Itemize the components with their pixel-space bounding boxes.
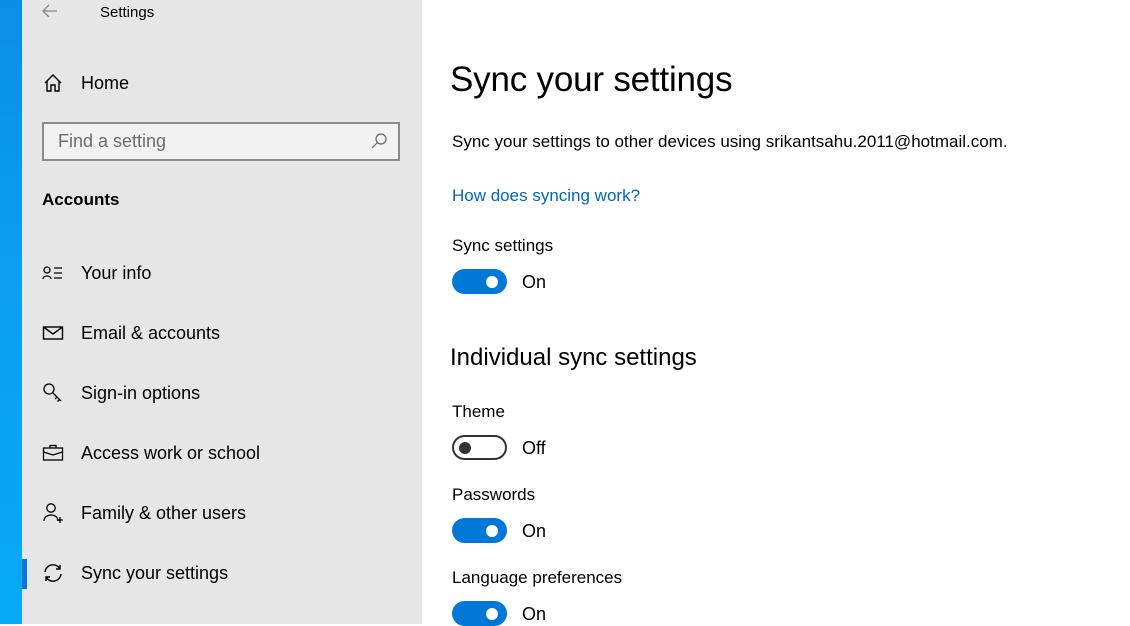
sidebar-item-sync-settings[interactable]: Sync your settings (22, 553, 422, 593)
mail-icon (41, 321, 65, 345)
key-icon (41, 381, 65, 405)
how-syncing-works-link[interactable]: How does syncing work? (452, 186, 640, 206)
search-icon[interactable] (370, 132, 388, 150)
sidebar-item-label: Family & other users (81, 502, 247, 523)
toggle-knob (459, 441, 471, 454)
back-button[interactable] (40, 0, 62, 24)
main-content: Sync your settings Sync your settings to… (422, 0, 1130, 626)
toggle-knob (486, 607, 498, 620)
language-preferences-label: Language preferences (452, 568, 623, 587)
passwords-label: Passwords (452, 485, 536, 504)
add-person-icon (41, 501, 65, 525)
sidebar-item-label: Sign-in options (81, 382, 201, 403)
contact-info-icon (41, 261, 65, 285)
toggle-knob (486, 275, 498, 288)
nav-home-label: Home (81, 72, 130, 93)
desktop-background (0, 0, 22, 624)
sidebar-item-label: Sync your settings (81, 562, 229, 583)
language-preferences-state: On (522, 604, 547, 624)
toggle-knob (486, 524, 498, 537)
search-box[interactable] (42, 122, 400, 161)
sync-icon (41, 561, 65, 585)
search-input[interactable] (44, 130, 360, 153)
sync-settings-state: On (522, 272, 547, 292)
sidebar-item-your-info[interactable]: Your info (22, 253, 422, 293)
page-title: Sync your settings (450, 60, 733, 99)
home-icon (41, 71, 65, 95)
sidebar-item-label: Email & accounts (81, 322, 221, 343)
app-title: Settings (100, 4, 155, 21)
passwords-toggle[interactable] (452, 518, 507, 543)
briefcase-icon (41, 441, 65, 465)
back-arrow-icon (42, 4, 57, 18)
sync-settings-toggle[interactable] (452, 269, 507, 294)
sidebar-item-label: Your info (81, 262, 152, 283)
theme-state: Off (522, 438, 546, 458)
nav-home[interactable]: Home (22, 63, 422, 103)
theme-label: Theme (452, 402, 505, 421)
sync-description: Sync your settings to other devices usin… (452, 132, 1008, 151)
section-heading-accounts: Accounts (42, 190, 120, 209)
sidebar-item-sign-in-options[interactable]: Sign-in options (22, 373, 422, 413)
sidebar-item-access-work-school[interactable]: Access work or school (22, 433, 422, 473)
passwords-state: On (522, 521, 547, 541)
sidebar-item-family-other-users[interactable]: Family & other users (22, 493, 422, 533)
sidebar-item-email-accounts[interactable]: Email & accounts (22, 313, 422, 353)
sidebar: Settings Home Accounts Your info Email &… (22, 0, 422, 624)
sync-settings-label: Sync settings (452, 236, 554, 255)
individual-sync-heading: Individual sync settings (450, 344, 697, 371)
sidebar-item-label: Access work or school (81, 442, 261, 463)
theme-toggle[interactable] (452, 435, 507, 460)
language-preferences-toggle[interactable] (452, 601, 507, 626)
